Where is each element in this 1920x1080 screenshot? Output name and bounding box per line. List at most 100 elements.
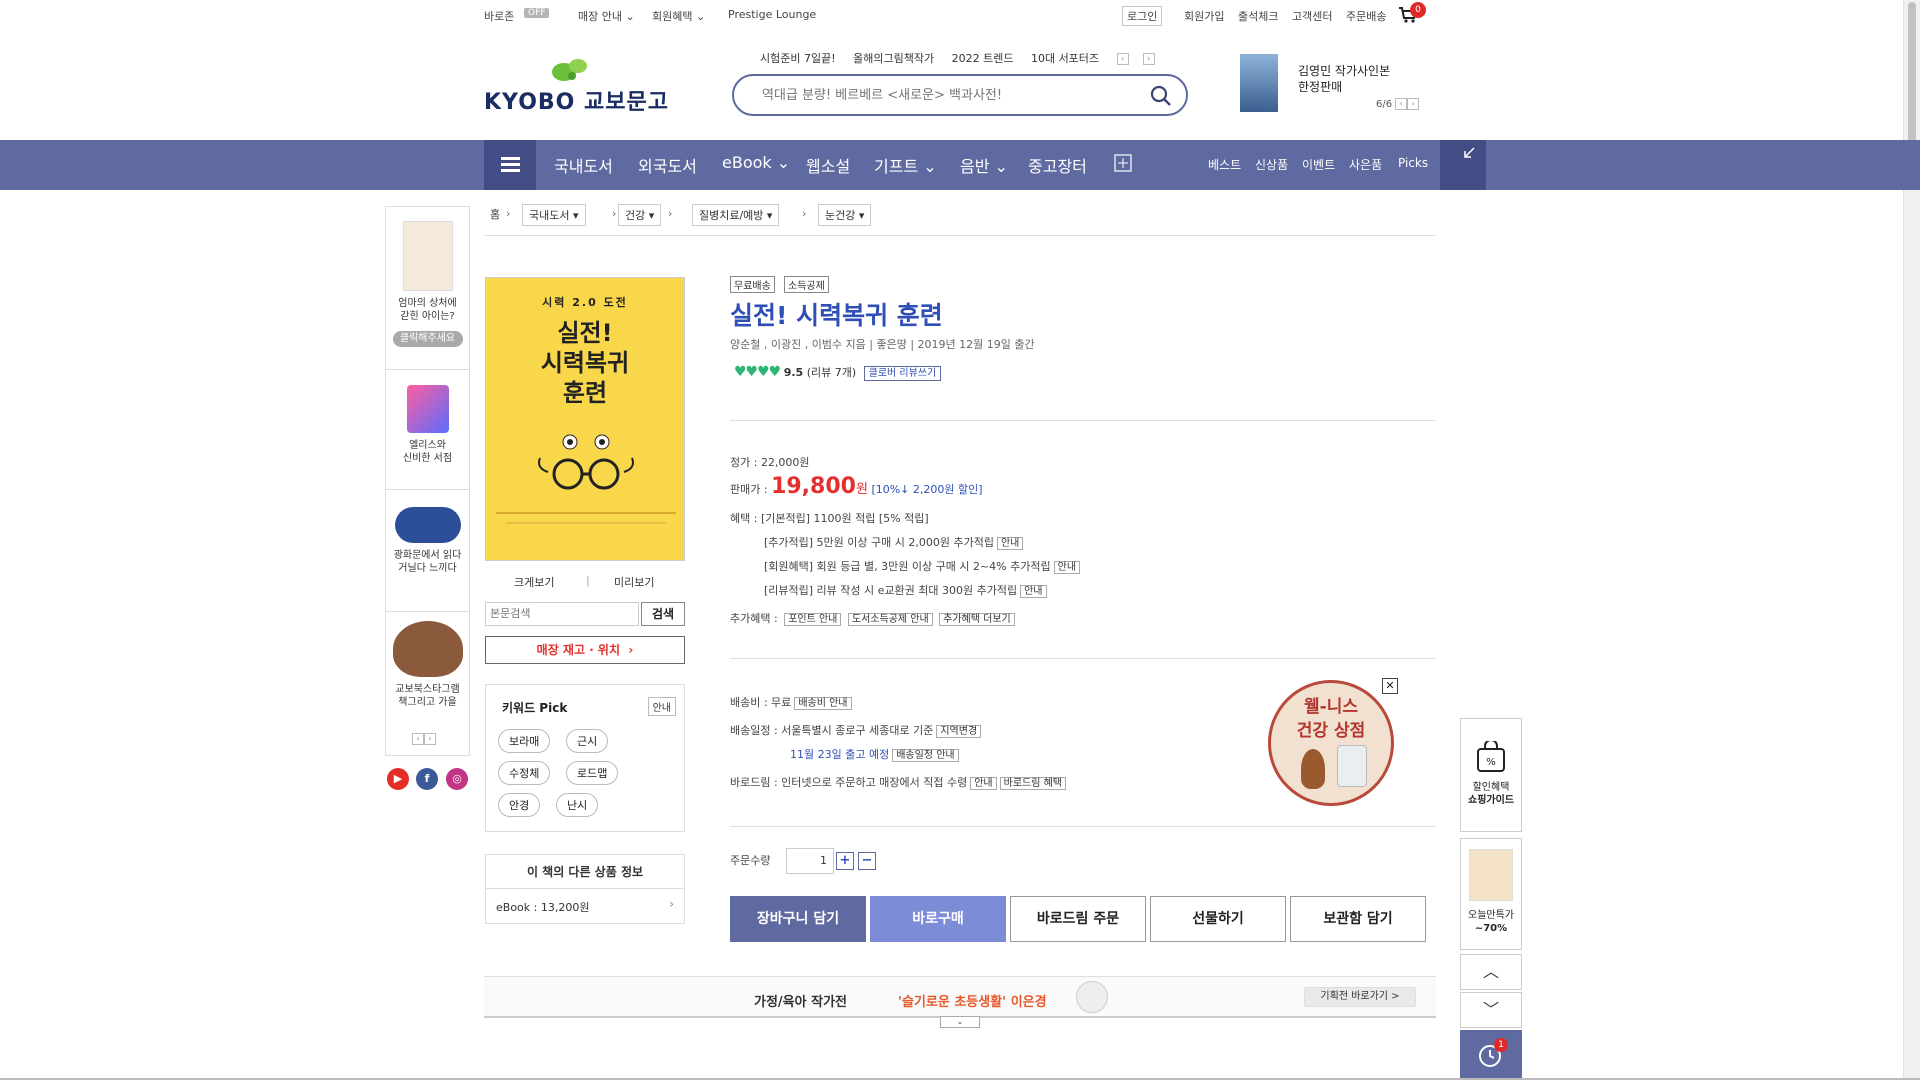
join-link[interactable]: 회원가입 — [1184, 8, 1224, 24]
customer-center-link[interactable]: 고객센터 — [1292, 8, 1332, 24]
attendance-link[interactable]: 출석체크 — [1238, 8, 1278, 24]
store-info-menu[interactable]: 매장 안내 ⌄ — [578, 8, 635, 24]
search-keyword[interactable]: 10대 서포터즈 — [1031, 52, 1099, 65]
barozone-link[interactable]: 바로존 — [484, 8, 514, 24]
side-banner-next[interactable]: › — [424, 732, 436, 745]
keyword-pick-info-button[interactable]: 안내 — [647, 697, 676, 716]
promo-next-arrow[interactable]: › — [1407, 98, 1420, 110]
keyword-prev-arrow[interactable]: ‹ — [1116, 53, 1129, 65]
region-change-button[interactable]: 지역변경 — [936, 725, 982, 738]
facebook-icon[interactable]: f — [416, 768, 438, 790]
cover-zoom-link[interactable]: 크게보기 — [514, 574, 554, 590]
breadcrumb-eye-health[interactable]: 눈건강 ▾ — [818, 204, 872, 226]
nav-best[interactable]: 베스트 — [1208, 156, 1241, 173]
nav-gifts[interactable]: 사은품 — [1349, 156, 1382, 173]
side-banner-item[interactable]: 광화문에서 읽다 거닐다 느끼다 — [386, 507, 469, 575]
shipping-fee-info[interactable]: 배송비 안내 — [794, 697, 852, 710]
nav-picks[interactable]: Picks — [1398, 156, 1428, 170]
inner-search-button[interactable]: 검색 — [641, 602, 685, 626]
nav-more-icon[interactable] — [1114, 154, 1132, 176]
barodream-benefit-button[interactable]: 바로드림 혜택 — [999, 777, 1067, 790]
barodream-info[interactable]: 안내 — [970, 777, 997, 790]
book-authors[interactable]: 양순철 , 이광진 , 이범수 지음 | 좋은땅 | 2019년 12월 19일… — [730, 336, 1035, 352]
side-banner-item[interactable]: 교보북스타그램 책그리고 가을 — [386, 621, 469, 709]
scroll-bottom-button[interactable]: ﹀ — [1460, 992, 1522, 1028]
nav-used-market[interactable]: 중고장터 — [1028, 153, 1087, 177]
search-keyword[interactable]: 2022 트렌드 — [952, 52, 1014, 65]
side-banner-item[interactable]: 엄마의 상처에 갇힌 아이는? 클릭해주세요 — [386, 221, 469, 347]
nav-music[interactable]: 음반 ⌄ — [960, 153, 1008, 177]
search-keyword[interactable]: 올해의그림책작가 — [853, 52, 934, 65]
quantity-minus-button[interactable]: − — [858, 852, 876, 870]
nav-ebook[interactable]: eBook ⌄ — [722, 153, 790, 172]
order-delivery-link[interactable]: 주문배송 — [1346, 8, 1386, 24]
keyword-tag[interactable]: 안경 — [498, 793, 541, 817]
side-banner-prev[interactable]: ‹ — [412, 732, 424, 745]
keyword-tag[interactable]: 근시 — [566, 729, 609, 753]
kyobo-logo[interactable]: KYOBO 교보문고 — [484, 56, 668, 115]
keyword-tag[interactable]: 보라매 — [498, 729, 551, 753]
extra-benefit-info[interactable]: 안내 — [996, 537, 1024, 550]
store-stock-button[interactable]: 매장 재고 · 위치 › — [485, 636, 685, 664]
book-tax-info-button[interactable]: 도서소득공제 안내 — [847, 613, 933, 626]
barodream-order-button[interactable]: 바로드림 주문 — [1010, 896, 1146, 942]
nav-web-novel[interactable]: 웹소설 — [806, 153, 850, 177]
hamburger-menu-button[interactable] — [484, 140, 536, 190]
ebook-price-link[interactable]: eBook : 13,200원 — [496, 899, 589, 915]
search-icon[interactable] — [1150, 85, 1172, 107]
schedule-info-button[interactable]: 배송일정 안내 — [892, 749, 959, 762]
write-review-button[interactable]: 클로버 리뷰쓰기 — [863, 366, 942, 381]
keyword-tag[interactable]: 수정체 — [498, 761, 551, 785]
gift-button[interactable]: 선물하기 — [1150, 896, 1286, 942]
today-deal-button[interactable]: 오늘만특가 ~70% — [1460, 838, 1522, 950]
prestige-lounge-link[interactable]: Prestige Lounge — [728, 8, 816, 21]
buy-now-button[interactable]: 바로구매 — [870, 896, 1006, 942]
nav-event[interactable]: 이벤트 — [1302, 156, 1335, 173]
deal-product-image — [1469, 849, 1513, 901]
search-input[interactable] — [762, 84, 1142, 106]
promo-prev-arrow[interactable]: ‹ — [1395, 98, 1408, 110]
quantity-plus-button[interactable]: + — [836, 852, 854, 870]
member-benefit-menu[interactable]: 회원혜택 ⌄ — [652, 8, 705, 24]
nav-gift[interactable]: 기프트 ⌄ — [874, 153, 937, 177]
inner-search-input[interactable] — [485, 602, 639, 626]
member-benefit-info[interactable]: 안내 — [1053, 561, 1081, 574]
nav-collapse-button[interactable] — [1440, 140, 1486, 190]
cover-preview-link[interactable]: 미리보기 — [614, 574, 654, 590]
promo-book-thumbnail[interactable] — [1240, 54, 1278, 112]
keyword-tag[interactable]: 로드맵 — [566, 761, 619, 785]
event-shortcut-button[interactable]: 기획전 바로가기 > — [1304, 987, 1416, 1007]
more-benefit-button[interactable]: 추가혜택 더보기 — [939, 613, 1015, 626]
chevron-down-icon[interactable]: ⌄ — [940, 1016, 980, 1028]
book-cover[interactable]: 시력 2.0 도전 실전! 시력복귀 훈련 — [485, 277, 685, 561]
nav-new[interactable]: 신상품 — [1255, 156, 1288, 173]
login-button[interactable]: 로그인 — [1122, 6, 1163, 26]
close-icon[interactable]: ✕ — [1382, 678, 1398, 694]
breadcrumb-domestic[interactable]: 국내도서 ▾ — [522, 204, 586, 226]
review-benefit-info[interactable]: 안내 — [1020, 585, 1047, 598]
quantity-input[interactable]: 1 — [786, 848, 834, 874]
nav-domestic-books[interactable]: 국내도서 — [554, 153, 613, 177]
search-keyword[interactable]: 시험준비 7일끝! — [760, 52, 836, 65]
shopping-guide-button[interactable]: % 할인혜택 쇼핑가이드 — [1460, 718, 1522, 832]
breadcrumb-disease[interactable]: 질병치료/예방 ▾ — [692, 204, 780, 226]
point-info-button[interactable]: 포인트 안내 — [784, 613, 842, 626]
nav-foreign-books[interactable]: 외국도서 — [638, 153, 697, 177]
save-to-wishlist-button[interactable]: 보관함 담기 — [1290, 896, 1426, 942]
instagram-icon[interactable]: ◎ — [446, 768, 468, 790]
breadcrumb-health[interactable]: 건강 ▾ — [618, 204, 662, 226]
add-to-cart-button[interactable]: 장바구니 담기 — [730, 896, 866, 942]
breadcrumb-home[interactable]: 홈 — [484, 204, 506, 224]
wellness-shop-banner[interactable]: 웰-니스 건강 상점 — [1268, 680, 1394, 806]
author-event-banner[interactable]: 가정/육아 작가전 '슬기로운 초등생활' 이은경 기획전 바로가기 > — [484, 976, 1436, 1018]
recent-view-button[interactable]: 1 — [1460, 1030, 1522, 1080]
keyword-tag[interactable]: 난시 — [556, 793, 599, 817]
side-banner-bear-image — [392, 621, 463, 677]
barozone-off-badge[interactable]: OFF — [524, 8, 550, 18]
side-banner-item[interactable]: 엘리스와 신비한 서점 — [386, 385, 469, 465]
scroll-top-button[interactable]: ︿ — [1460, 954, 1522, 990]
side-banner-click-button[interactable]: 클릭해주세요 — [392, 331, 463, 347]
top-promo-banner[interactable]: 김영민 작가사인본 한정판매 6/6 ‹ › — [1240, 54, 1440, 114]
youtube-icon[interactable]: ▶ — [387, 768, 409, 790]
keyword-next-arrow[interactable]: › — [1142, 53, 1155, 65]
